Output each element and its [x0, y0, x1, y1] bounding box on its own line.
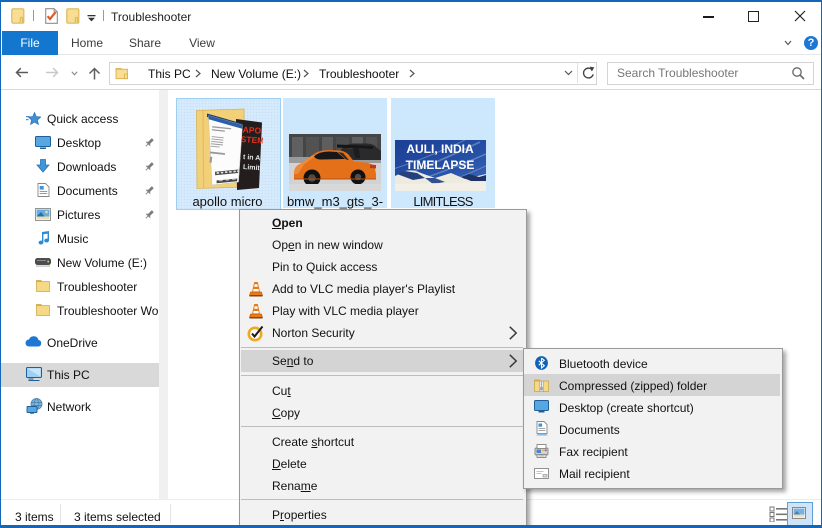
svg-text:t in A: t in A — [243, 154, 261, 162]
svg-text:STEM: STEM — [240, 134, 263, 146]
svg-text:Limite: Limite — [243, 164, 263, 172]
svg-text:TIMELAPSE: TIMELAPSE — [406, 158, 475, 172]
svg-text:AULI, INDIA: AULI, INDIA — [406, 142, 474, 156]
